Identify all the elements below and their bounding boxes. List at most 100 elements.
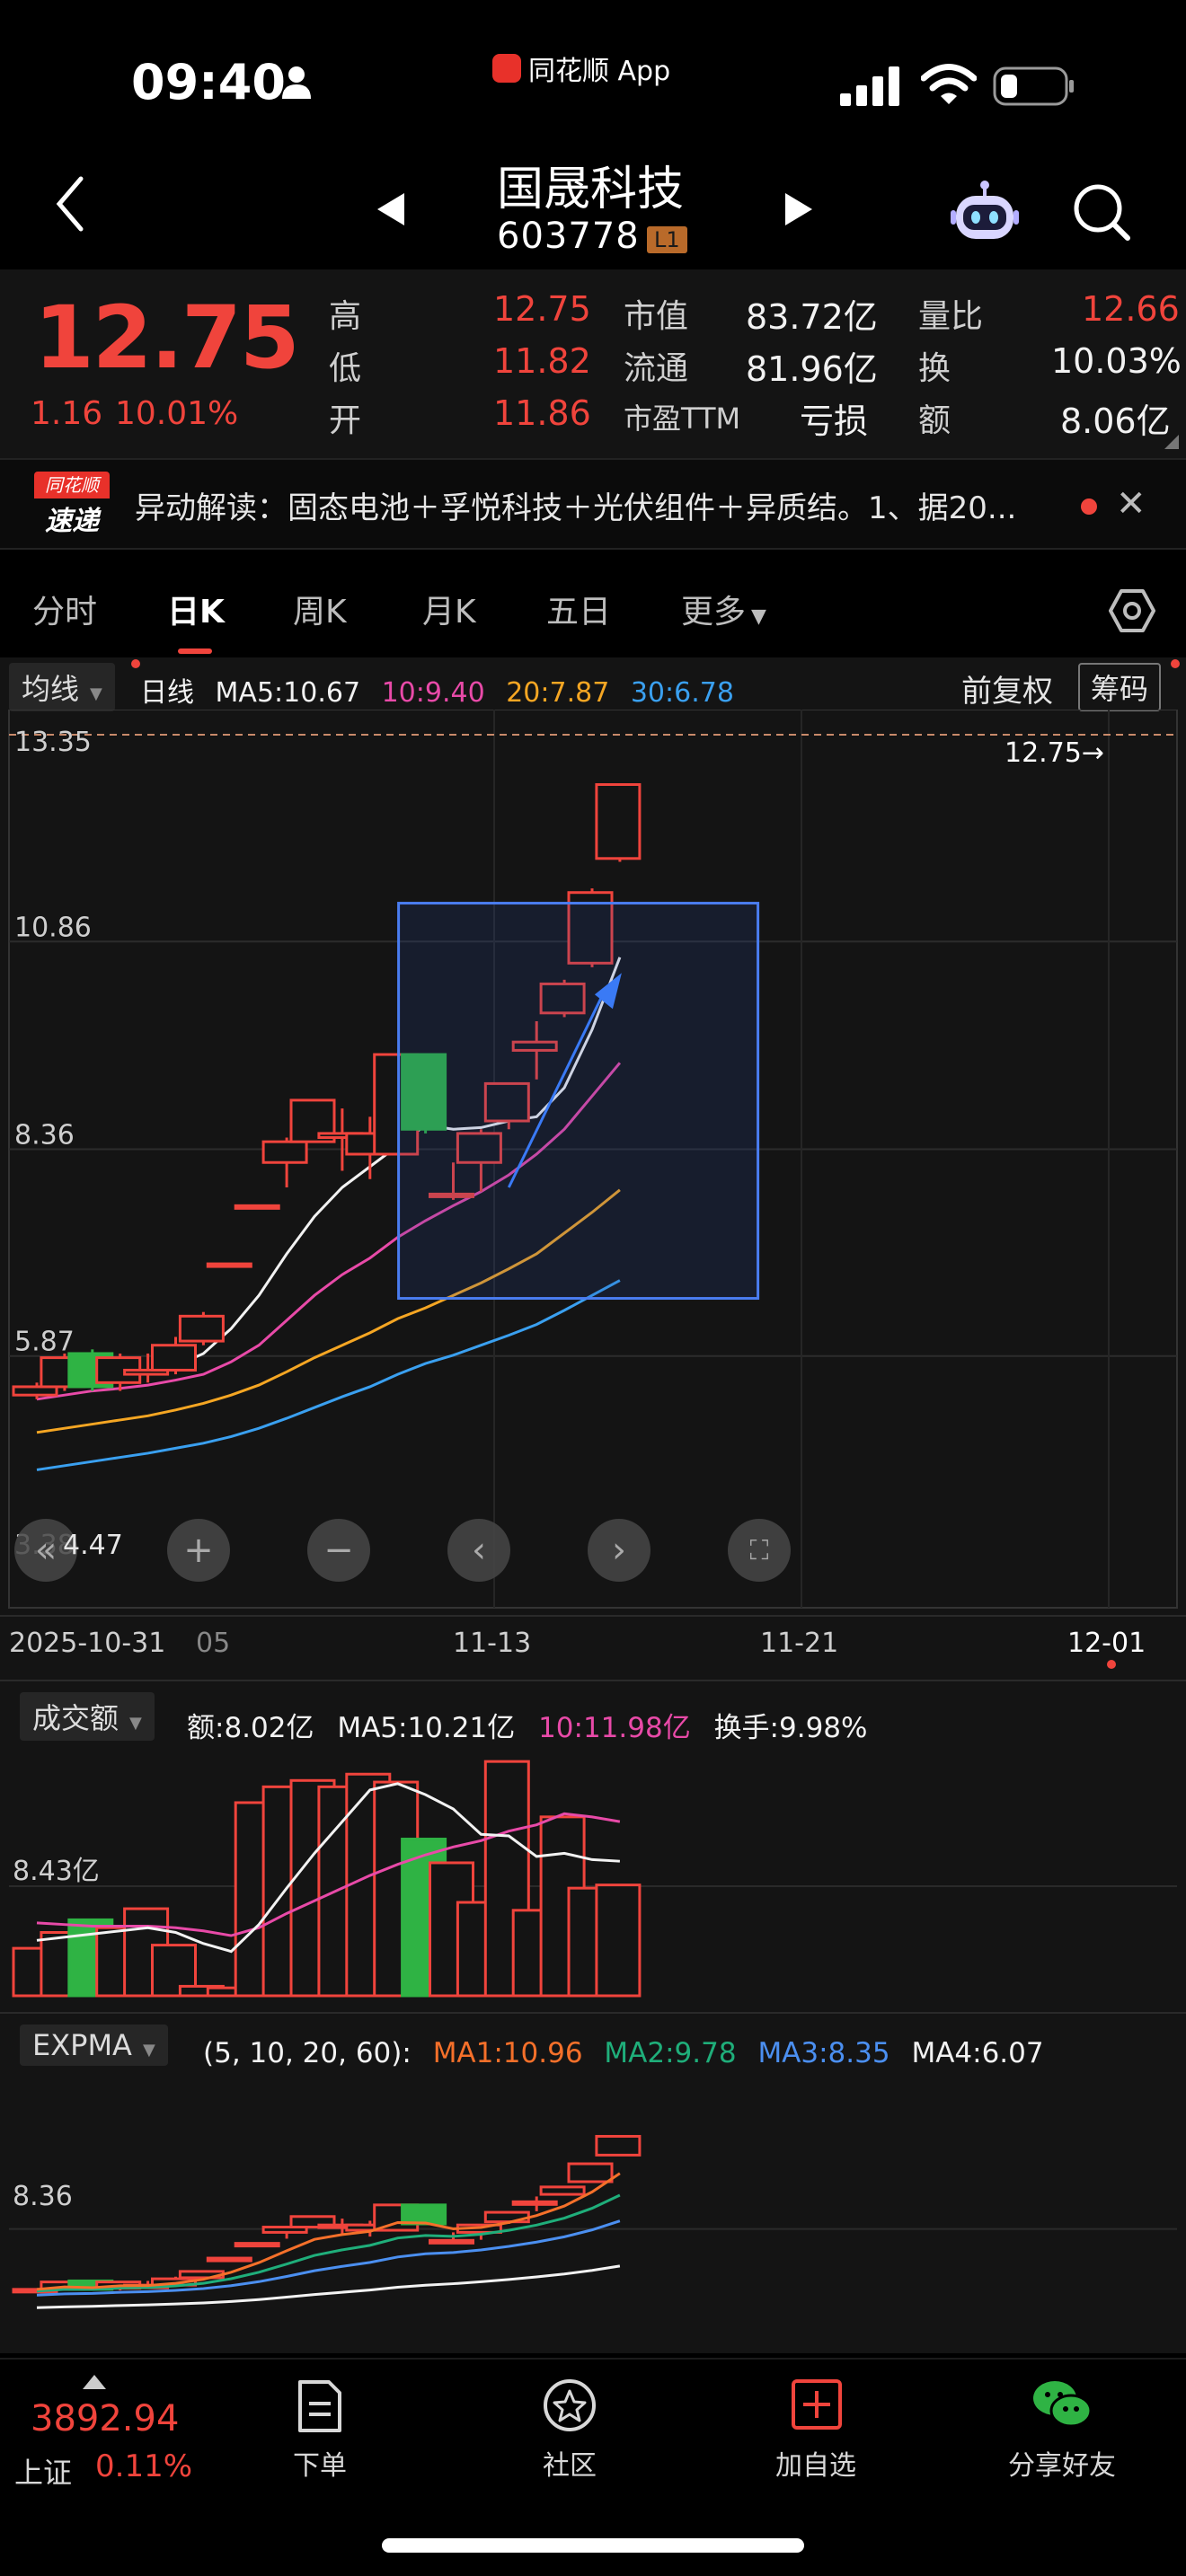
date-axis-line bbox=[0, 1615, 1186, 1617]
active-tab-indicator bbox=[178, 648, 212, 654]
person-icon bbox=[282, 66, 311, 99]
volume-turnover: 换手:9.98% bbox=[713, 1712, 868, 1744]
volume-chart[interactable] bbox=[0, 1742, 1186, 2003]
share-button[interactable]: 分享好友 bbox=[972, 2378, 1152, 2486]
volume-ma5: MA5:10.21亿 bbox=[337, 1712, 516, 1744]
community-button[interactable]: 社区 bbox=[480, 2378, 659, 2486]
expma-candle bbox=[595, 2134, 642, 2157]
back-to-app[interactable]: 同花顺 App bbox=[492, 49, 670, 88]
volume-bars bbox=[9, 1760, 1177, 1998]
expand-corner-icon[interactable] bbox=[1164, 435, 1179, 449]
index-pct: 0.11% bbox=[95, 2448, 193, 2484]
back-icon[interactable] bbox=[54, 175, 86, 233]
settings-icon[interactable] bbox=[1109, 587, 1155, 634]
next-stock-icon[interactable] bbox=[783, 191, 814, 227]
community-label: 社区 bbox=[543, 2450, 597, 2482]
zoom-in-button[interactable]: + bbox=[167, 1519, 230, 1582]
fullscreen-button[interactable]: ⛶ bbox=[728, 1519, 791, 1582]
volratio-value: 12.66 bbox=[1082, 289, 1180, 329]
pan-left-button[interactable]: ‹ bbox=[447, 1519, 510, 1582]
expma-candle-body bbox=[595, 2134, 642, 2157]
news-logo: 同花顺 速递 bbox=[34, 472, 110, 538]
order-button[interactable]: 下单 bbox=[230, 2378, 410, 2486]
current-price: 12.75 bbox=[34, 287, 300, 388]
tab-more-label: 更多 bbox=[681, 594, 747, 631]
date-label-1: 05 bbox=[196, 1628, 231, 1659]
latest-date-dot bbox=[1107, 1660, 1116, 1669]
date-label-4: 12-01 bbox=[1067, 1628, 1146, 1659]
index-value[interactable]: 3892.94 bbox=[31, 2398, 179, 2439]
home-indicator[interactable] bbox=[382, 2538, 804, 2553]
expma-candle-body bbox=[539, 2185, 586, 2196]
kline-y-label: 13.35 bbox=[14, 727, 92, 758]
plus-icon: + bbox=[183, 1530, 214, 1571]
expma-candle-body bbox=[511, 2200, 558, 2206]
tab-monthly-k[interactable]: 月K bbox=[422, 586, 476, 632]
candle bbox=[206, 1262, 252, 1268]
chips-button[interactable]: 筹码 bbox=[1078, 663, 1162, 711]
chips-dot bbox=[1171, 659, 1180, 668]
news-logo-bottom: 速递 bbox=[45, 506, 99, 537]
order-icon bbox=[298, 2380, 341, 2432]
volratio-label: 量比 bbox=[918, 298, 984, 335]
tab-daily-k[interactable]: 日K bbox=[167, 586, 225, 632]
robot-icon[interactable] bbox=[951, 180, 1019, 243]
indicator-dot bbox=[131, 659, 140, 668]
add-watchlist-button[interactable]: 加自选 bbox=[726, 2378, 906, 2486]
volume-amount: 额:8.02亿 bbox=[187, 1712, 314, 1744]
tab-weekly-k[interactable]: 周K bbox=[293, 586, 347, 632]
stock-code: 603778 bbox=[497, 216, 640, 257]
ma-legend: 日线 MA5:10.67 10:9.40 20:7.87 30:6.78 bbox=[140, 670, 734, 710]
triangle-up-icon bbox=[83, 2375, 106, 2389]
add-watchlist-label: 加自选 bbox=[775, 2450, 856, 2482]
pe-label: 市盈TTM bbox=[624, 401, 741, 436]
volume-ma10: 10:11.98亿 bbox=[538, 1712, 691, 1744]
prev-stock-icon[interactable] bbox=[376, 191, 406, 227]
candle bbox=[151, 1337, 197, 1375]
period-label: 日线 bbox=[140, 677, 194, 709]
close-icon[interactable]: ✕ bbox=[1116, 483, 1146, 525]
search-icon[interactable] bbox=[1071, 181, 1132, 243]
expma-candle bbox=[206, 2256, 252, 2263]
expma-chart[interactable] bbox=[0, 2066, 1186, 2335]
wifi-icon bbox=[921, 64, 977, 104]
kline-left-label: 4.47 bbox=[63, 1530, 123, 1561]
news-logo-top: 同花顺 bbox=[34, 472, 110, 498]
expma-ma3: MA3:8.35 bbox=[757, 2037, 890, 2069]
order-label: 下单 bbox=[293, 2450, 347, 2482]
wechat-icon bbox=[1033, 2381, 1093, 2428]
tab-five-day[interactable]: 五日 bbox=[546, 586, 611, 632]
minus-icon: − bbox=[323, 1530, 354, 1571]
adjust-mode-button[interactable]: 前复权 bbox=[961, 666, 1053, 710]
ma10-value: 10:9.40 bbox=[381, 677, 485, 709]
expma-candle-body bbox=[429, 2238, 474, 2245]
tab-more[interactable]: 更多 ▼ bbox=[681, 586, 766, 632]
kline-chart[interactable]: 13.3510.868.365.873.3812.75→ bbox=[0, 710, 1186, 1635]
high-label: 高 bbox=[329, 298, 362, 335]
caret-down-icon: ▼ bbox=[142, 2041, 155, 2060]
volume-legend: 额:8.02亿 MA5:10.21亿 10:11.98亿 换手:9.98% bbox=[187, 1705, 868, 1745]
candle-body bbox=[206, 1262, 252, 1268]
expma-candle bbox=[234, 2242, 280, 2248]
pan-right-button[interactable]: › bbox=[588, 1519, 651, 1582]
low-value: 11.82 bbox=[493, 341, 591, 381]
volume-indicator-select[interactable]: 成交额 ▼ bbox=[20, 1692, 155, 1741]
highlight-box bbox=[397, 902, 760, 1301]
expma-lines bbox=[36, 2172, 621, 2309]
volume-indicator-label: 成交额 bbox=[32, 1701, 119, 1735]
news-unread-dot bbox=[1081, 498, 1097, 515]
expma-candle-body bbox=[206, 2256, 252, 2263]
float-value: 81.96亿 bbox=[746, 349, 878, 389]
news-text[interactable]: 异动解读：固态电池＋孚悦科技＋光伏组件＋异质结。1、据20... bbox=[135, 483, 1051, 527]
low-label: 低 bbox=[329, 350, 362, 387]
expma-candle bbox=[429, 2232, 474, 2245]
stock-name: 国晟科技 bbox=[497, 163, 685, 216]
turnover-label: 换 bbox=[918, 350, 951, 387]
ma-indicator-select[interactable]: 均线 ▼ bbox=[9, 663, 115, 711]
expma-indicator-select[interactable]: EXPMA ▼ bbox=[20, 2025, 168, 2066]
zoom-out-button[interactable]: − bbox=[307, 1519, 370, 1582]
tab-intraday[interactable]: 分时 bbox=[32, 586, 97, 632]
mktcap-value: 83.72亿 bbox=[746, 297, 878, 337]
index-name: 上证 bbox=[14, 2456, 73, 2490]
date-label-0: 2025-10-31 bbox=[9, 1628, 166, 1659]
